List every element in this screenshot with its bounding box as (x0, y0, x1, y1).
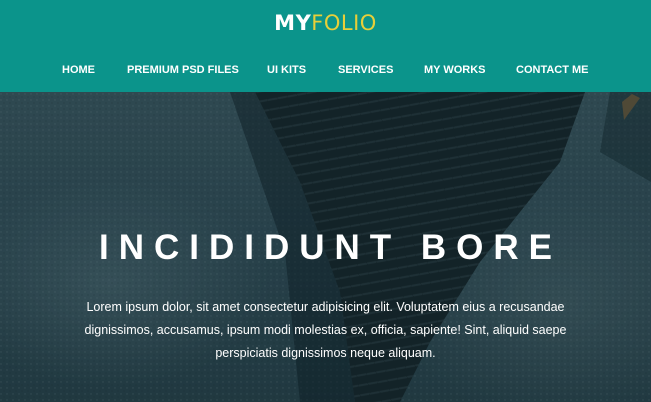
nav-premium-psd-files[interactable]: PREMIUM PSD FILES (127, 63, 239, 77)
logo-part-folio: FOLIO (311, 11, 377, 35)
nav-contact-me[interactable]: CONTACT ME (516, 63, 589, 77)
main-nav: HOME PREMIUM PSD FILES UI KITS SERVICES … (0, 63, 651, 79)
nav-services[interactable]: SERVICES (338, 63, 393, 77)
nav-home[interactable]: HOME (62, 63, 95, 77)
site-header: MYFOLIO HOME PREMIUM PSD FILES UI KITS S… (0, 0, 651, 92)
nav-ui-kits[interactable]: UI KITS (267, 63, 306, 77)
site-logo[interactable]: MYFOLIO (0, 11, 651, 35)
hero-description: Lorem ipsum dolor, sit amet consectetur … (84, 300, 567, 360)
logo-part-my: MY (274, 11, 312, 35)
nav-my-works[interactable]: MY WORKS (424, 63, 486, 77)
hero-title: INCIDIDUNT BORE (98, 228, 563, 267)
hero-section: INCIDIDUNT BORE Lorem ipsum dolor, sit a… (0, 92, 651, 402)
